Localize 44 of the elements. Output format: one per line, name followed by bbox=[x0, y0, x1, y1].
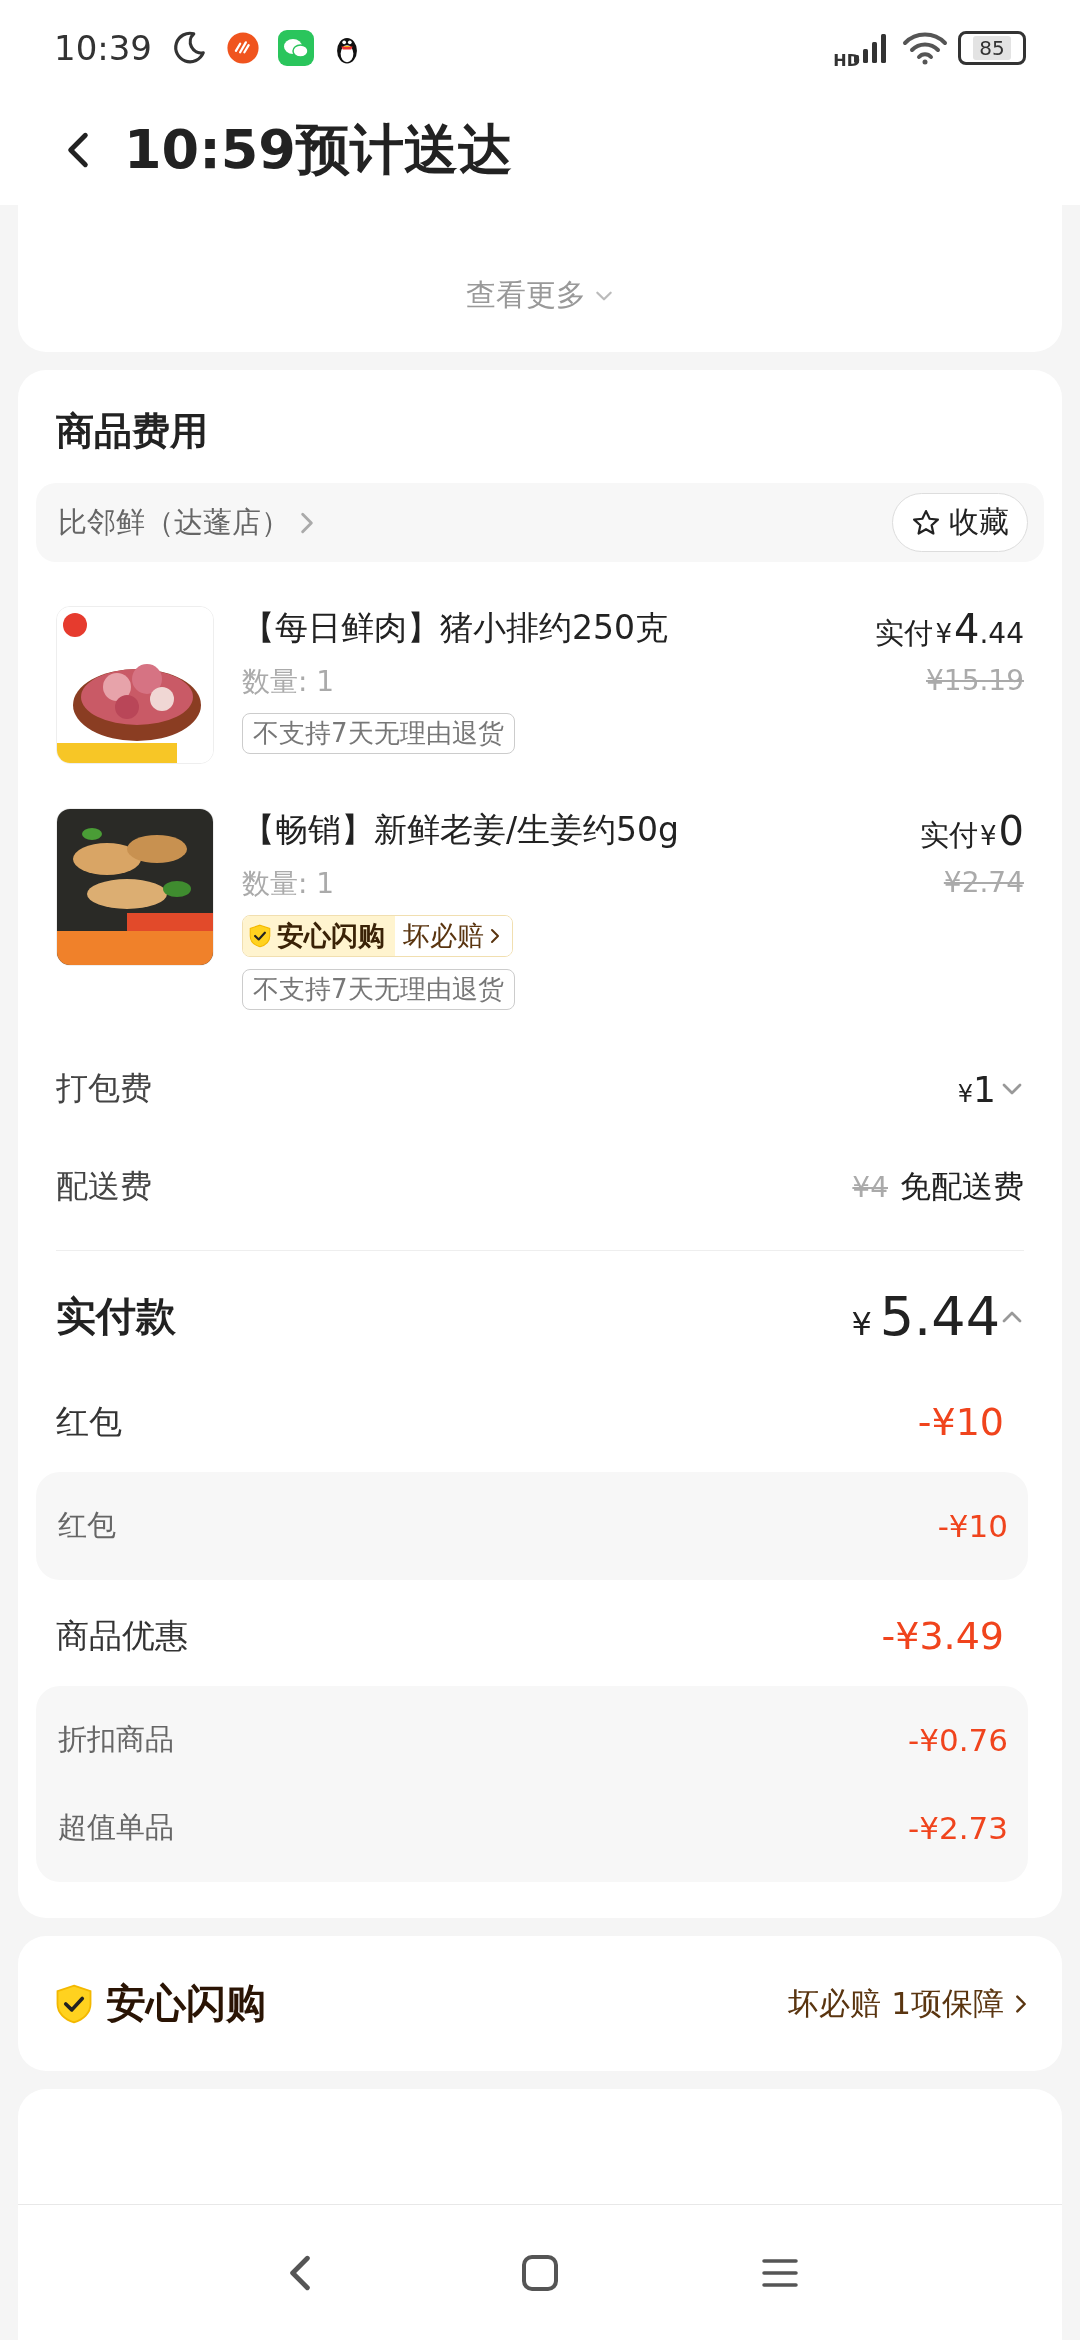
guarantee-title: 安心闪购 bbox=[277, 919, 385, 953]
return-policy-tag: 不支持7天无理由退货 bbox=[242, 713, 515, 754]
quantity-text: 数量: 1 bbox=[242, 664, 335, 700]
product-name: 【畅销】新鲜老姜/生姜约50g bbox=[242, 809, 680, 851]
detail-amount: -¥2.73 bbox=[908, 1810, 1008, 1846]
square-icon bbox=[520, 2252, 560, 2293]
favorite-button[interactable]: 收藏 bbox=[892, 493, 1028, 552]
app-icon bbox=[226, 30, 260, 65]
section-title: 商品费用 bbox=[55, 408, 209, 455]
fee-value: 免配送费 bbox=[900, 1167, 1024, 1206]
guarantee-link[interactable]: 坏必赔 1项保障 bbox=[788, 1982, 1032, 2025]
detail-amount: -¥10 bbox=[937, 1508, 1008, 1544]
battery-indicator: 85 bbox=[958, 30, 1026, 65]
discount-amount: -¥10 bbox=[917, 1400, 1004, 1444]
original-price: ¥2.74 bbox=[943, 866, 1024, 899]
discount-label: 红包 bbox=[56, 1400, 122, 1443]
discount-amount: -¥3.49 bbox=[881, 1614, 1004, 1658]
chat-bubbles-icon bbox=[278, 29, 314, 66]
quantity-text: 数量: 1 bbox=[242, 866, 335, 902]
wifi-icon bbox=[902, 30, 948, 65]
fee-label: 打包费 bbox=[56, 1068, 152, 1109]
product-name: 【每日鲜肉】猪小排约250克 bbox=[242, 607, 668, 649]
page-title: 10:59预计送达 bbox=[124, 116, 512, 183]
total-amount[interactable]: ¥5.44 bbox=[851, 1285, 1000, 1348]
return-policy-tag: 不支持7天无理由退货 bbox=[242, 969, 515, 1010]
original-fee: ¥4 bbox=[852, 1170, 888, 1204]
star-icon bbox=[911, 507, 941, 538]
paid-price: 实付¥0 bbox=[920, 808, 1024, 856]
shop-link[interactable]: 比邻鲜（达蓬店） bbox=[58, 502, 320, 543]
guarantee-link: 坏必赔 bbox=[403, 919, 484, 953]
guarantee-badge[interactable]: 安心闪购 坏必赔 bbox=[242, 915, 513, 957]
status-time: 10:39 bbox=[54, 27, 152, 68]
discount-label: 商品优惠 bbox=[56, 1614, 188, 1657]
detail-amount: -¥0.76 bbox=[908, 1722, 1008, 1758]
detail-label: 折扣商品 bbox=[58, 1721, 174, 1758]
shield-check-icon bbox=[247, 923, 273, 949]
detail-label: 超值单品 bbox=[58, 1809, 174, 1846]
original-price: ¥15.19 bbox=[926, 664, 1024, 697]
fee-amount[interactable]: ¥1 bbox=[957, 1068, 996, 1110]
paid-price: 实付¥4.44 bbox=[875, 606, 1024, 654]
total-label: 实付款 bbox=[56, 1292, 177, 1341]
fee-label: 配送费 bbox=[56, 1166, 152, 1207]
detail-label: 红包 bbox=[58, 1507, 116, 1544]
guarantee-title: 安心闪购 bbox=[106, 1979, 266, 2028]
